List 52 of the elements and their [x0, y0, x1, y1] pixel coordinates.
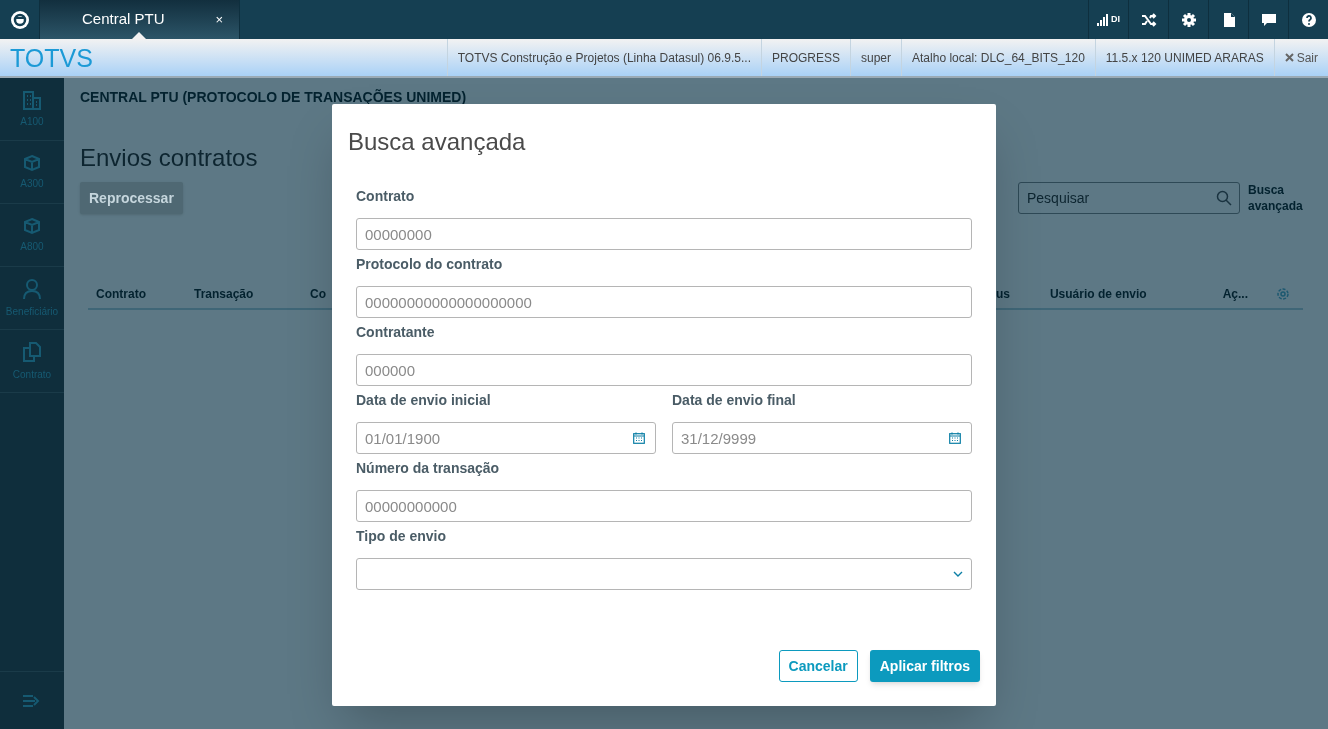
session-info: 11.5.x 120 UNIMED ARARAS: [1094, 39, 1274, 76]
cube-icon: [23, 216, 41, 235]
field-label: Contrato: [356, 187, 416, 206]
column-header: Aç...: [1222, 286, 1248, 303]
logout-button[interactable]: Sair: [1273, 39, 1328, 76]
person-icon: [22, 277, 42, 300]
field-label: Tipo de envio: [356, 527, 447, 546]
session-info: PROGRESS: [761, 39, 850, 76]
search-icon: [1216, 190, 1232, 206]
session-info: Atalho local: DLC_64_BITS_120: [901, 39, 1095, 76]
tab-label: Central PTU: [82, 9, 166, 30]
field-label: Data de envio final: [672, 391, 797, 410]
chat-icon[interactable]: [1260, 11, 1277, 28]
chevron-down-icon: [953, 571, 963, 577]
date-field[interactable]: 01/01/1900: [356, 422, 656, 454]
column-header: Contrato: [95, 286, 147, 303]
calendar-icon: [633, 432, 645, 444]
input-field[interactable]: 00000000000: [356, 490, 972, 522]
advanced-search-link[interactable]: Busca avançada: [1248, 182, 1304, 214]
input-field[interactable]: 00000000: [356, 218, 972, 250]
column-header: Transação: [194, 286, 255, 303]
brand-name: TOTVS: [9, 43, 93, 74]
dialog-title: Busca avançada: [348, 128, 527, 156]
date-field[interactable]: 31/12/9999: [672, 422, 972, 454]
dropdown-field[interactable]: [356, 558, 972, 590]
cancel-button[interactable]: Cancelar: [778, 650, 858, 682]
tab[interactable]: Central PTU ×: [40, 0, 240, 39]
search-field[interactable]: Pesquisar: [1018, 182, 1240, 214]
field-label: Número da transação: [356, 459, 501, 478]
signal-bars-icon: [1097, 13, 1109, 26]
cube-icon: [23, 153, 41, 172]
field-label: Contratante: [356, 323, 436, 342]
field-label: Protocolo do contrato: [356, 255, 504, 274]
breadcrumb: CENTRAL PTU (PROTOCOLO DE TRANSAÇÕES UNIMED): [80, 90, 467, 104]
page-title: Envios contratos: [80, 143, 258, 173]
column-header: us: [995, 286, 1010, 303]
input-field[interactable]: 00000000000000000000: [356, 286, 972, 318]
apply-filters-button[interactable]: Aplicar filtros: [869, 650, 980, 682]
shuffle-icon[interactable]: [1140, 11, 1157, 28]
copy-icon: [22, 340, 42, 363]
close-icon: [1284, 53, 1294, 62]
session-info: super: [850, 39, 902, 76]
input-field[interactable]: 000000: [356, 354, 972, 386]
building-icon: [22, 89, 42, 110]
session-info: TOTVS Construção e Projetos (Linha Datasul) 06.9.5...: [446, 39, 761, 76]
column-header: Usuário de envio: [1049, 286, 1147, 303]
column-header: Co: [310, 286, 326, 303]
help-icon[interactable]: [1300, 11, 1317, 28]
reprocess-button[interactable]: Reprocessar: [80, 182, 183, 214]
calendar-icon: [949, 432, 961, 444]
close-tab-button[interactable]: ×: [215, 9, 223, 30]
field-label: Data de envio inicial: [356, 391, 492, 410]
